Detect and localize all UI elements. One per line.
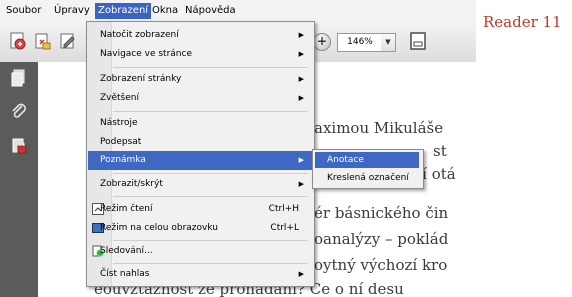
submenu-arrow-icon: ▶: [298, 94, 304, 102]
menu-separator: [113, 263, 308, 264]
edit-icon[interactable]: [58, 31, 78, 51]
menu-item-rezim-cteni[interactable]: Režim čtení Ctrl+H: [88, 200, 313, 219]
menu-separator: [113, 240, 308, 241]
create-pdf-icon[interactable]: [8, 31, 28, 51]
menu-separator: [113, 196, 308, 197]
security-icon[interactable]: [9, 136, 29, 156]
zobrazeni-menu: Natočit zobrazení ▶ Navigace ve stránce …: [86, 21, 315, 287]
menu-separator: [113, 111, 308, 112]
menu-item-zobrazeni-stranky[interactable]: Zobrazení stránky ▶: [88, 70, 313, 89]
submenu-arrow-icon: ▶: [298, 270, 304, 278]
document-text-line: oytný výchozí kro: [314, 256, 448, 274]
menu-napoveda[interactable]: Nápověda: [185, 4, 236, 18]
menu-item-zvetseni[interactable]: Zvětšení ▶: [88, 89, 313, 108]
submenu-item-anotace[interactable]: Anotace: [315, 152, 419, 168]
document-text-line: st: [433, 142, 447, 160]
document-text-line: oanalýzy – poklád: [314, 230, 449, 248]
attachments-icon[interactable]: [9, 102, 29, 122]
menu-separator: [113, 67, 308, 68]
menu-item-natocit-zobrazeni[interactable]: Natočit zobrazení ▶: [88, 26, 313, 45]
document-text-line: ér básnického čin: [314, 204, 449, 222]
menu-soubor[interactable]: Soubor: [6, 4, 41, 18]
pages-icon[interactable]: [9, 68, 29, 88]
menu-item-nastroje[interactable]: Nástroje: [88, 114, 313, 133]
submenu-arrow-icon: ▶: [298, 75, 304, 83]
menu-item-cist-nahlas[interactable]: Číst nahlas ▶: [88, 265, 313, 284]
submenu-arrow-icon: ▶: [298, 180, 304, 188]
menu-item-celou-obrazovku[interactable]: Režim na celou obrazovku Ctrl+L: [88, 219, 313, 238]
zoom-level-field[interactable]: 146%: [337, 33, 383, 52]
open-icon[interactable]: [33, 31, 53, 51]
document-text-line: aximou Mikuláše: [314, 119, 444, 137]
submenu-arrow-icon: ▶: [298, 156, 304, 164]
menu-item-zobrazit-skryt[interactable]: Zobrazit/skrýt ▶: [88, 175, 313, 194]
menu-upravy[interactable]: Úpravy: [54, 4, 90, 18]
menu-okna[interactable]: Okna: [152, 4, 178, 18]
submenu-item-kreslena-oznaceni[interactable]: Kreslená označení: [315, 170, 419, 186]
zoom-in-button[interactable]: +: [313, 33, 331, 51]
submenu-arrow-icon: ▶: [298, 31, 304, 39]
zoom-dropdown-button[interactable]: ▼: [381, 33, 396, 52]
version-label: Reader 11: [483, 13, 562, 31]
submenu-arrow-icon: ▶: [298, 50, 304, 58]
menu-item-poznamka[interactable]: Poznámka ▶: [88, 151, 313, 170]
menu-item-sledovani[interactable]: Sledování...: [88, 242, 313, 261]
poznamka-submenu: Anotace Kreslená označení: [312, 149, 424, 189]
menu-separator: [113, 173, 308, 174]
fit-page-icon[interactable]: [408, 31, 428, 51]
menu-zobrazeni[interactable]: Zobrazení: [95, 3, 152, 19]
menu-bar: Soubor Úpravy Zobrazení Okna Nápověda: [0, 0, 476, 22]
menu-item-navigace[interactable]: Navigace ve stránce ▶: [88, 45, 313, 64]
navigation-pane: [0, 62, 38, 297]
menu-item-podepsat[interactable]: Podepsat: [88, 133, 313, 152]
